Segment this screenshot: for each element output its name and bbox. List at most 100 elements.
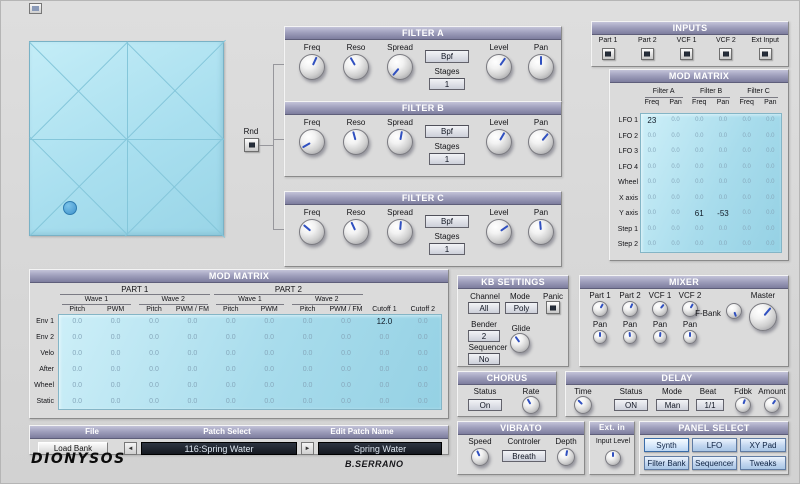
matrix-cell[interactable]: 0.0 [711,191,735,207]
matrix-cell[interactable]: 0.0 [212,314,250,330]
xy-pad[interactable] [29,39,226,238]
matrix-cell[interactable]: 0.0 [735,191,759,207]
input-button-vcf-2[interactable] [719,48,733,60]
xy-dot[interactable] [63,201,77,215]
filter-type-select[interactable]: Bpf [425,215,469,228]
matrix-cell[interactable]: 0.0 [327,330,365,346]
panel-button-tweaks[interactable]: Tweaks [740,456,786,470]
matrix-cell[interactable]: -53 [711,206,735,222]
matrix-cell[interactable]: 0.0 [404,394,442,410]
matrix-cell[interactable]: 0.0 [711,160,735,176]
matrix-cell[interactable]: 0.0 [58,346,96,362]
matrix-cell[interactable]: 0.0 [711,129,735,145]
channel-select[interactable]: All [468,302,500,314]
bender-select[interactable]: 2 [468,330,500,342]
delay-beat-select[interactable]: 1/1 [696,399,724,411]
filter-level-knob[interactable] [486,129,512,155]
matrix-cell[interactable]: 0.0 [327,362,365,378]
matrix-cell[interactable]: 0.0 [327,314,365,330]
filter-reso-knob[interactable] [343,219,369,245]
matrix-cell[interactable]: 0.0 [365,394,403,410]
matrix-cell[interactable]: 23 [640,113,664,129]
matrix-cell[interactable]: 0.0 [640,222,664,238]
matrix-cell[interactable]: 0.0 [759,144,783,160]
delay-fdbk-knob[interactable] [735,397,751,413]
matrix-cell[interactable]: 0.0 [640,175,664,191]
chorus-rate-knob[interactable] [522,396,540,414]
matrix-cell[interactable]: 0.0 [404,330,442,346]
matrix-cell[interactable]: 0.0 [135,378,173,394]
matrix-cell[interactable]: 0.0 [759,113,783,129]
matrix-cell[interactable]: 0.0 [640,144,664,160]
matrix-cell[interactable]: 0.0 [58,314,96,330]
matrix-cell[interactable]: 0.0 [250,314,288,330]
filter-pan-knob[interactable] [528,54,554,80]
matrix-cell[interactable]: 0.0 [96,346,134,362]
patch-prev-button[interactable]: ◄ [124,442,137,455]
vibrato-depth-knob[interactable] [557,448,575,466]
matrix-cell[interactable]: 0.0 [735,237,759,253]
matrix-cell[interactable]: 0.0 [687,222,711,238]
matrix-cell[interactable]: 0.0 [288,346,326,362]
patch-select-display[interactable]: 116:Spring Water [141,442,297,455]
vibrato-speed-knob[interactable] [471,448,489,466]
matrix-cell[interactable]: 0.0 [404,346,442,362]
matrix-cell[interactable]: 0.0 [711,113,735,129]
matrix-cell[interactable]: 0.0 [365,362,403,378]
filter-level-knob[interactable] [486,54,512,80]
matrix-cell[interactable]: 0.0 [212,362,250,378]
matrix-cell[interactable]: 0.0 [250,394,288,410]
filter-pan-knob[interactable] [528,219,554,245]
stages-select[interactable]: 1 [429,243,465,255]
matrix-cell[interactable]: 0.0 [735,222,759,238]
mixer-part-2-knob[interactable] [622,301,638,317]
matrix-cell[interactable]: 0.0 [288,314,326,330]
matrix-cell[interactable]: 0.0 [640,206,664,222]
matrix-cell[interactable]: 0.0 [640,237,664,253]
stages-select[interactable]: 1 [429,78,465,90]
panel-button-synth[interactable]: Synth [644,438,689,452]
vibrato-controller-select[interactable]: Breath [502,450,546,462]
input-button-vcf-1[interactable] [680,48,694,60]
fbank-knob[interactable] [726,303,742,319]
matrix-cell[interactable]: 0.0 [173,394,211,410]
matrix-cell[interactable]: 0.0 [735,129,759,145]
matrix-cell[interactable]: 0.0 [735,206,759,222]
master-knob[interactable] [749,303,777,331]
matrix-cell[interactable]: 0.0 [735,113,759,129]
matrix-cell[interactable]: 0.0 [173,346,211,362]
panic-button[interactable] [546,301,560,314]
matrix-cell[interactable]: 0.0 [250,330,288,346]
matrix-cell[interactable]: 0.0 [58,362,96,378]
matrix-cell[interactable]: 0.0 [711,175,735,191]
patch-next-button[interactable]: ► [301,442,314,455]
matrix-cell[interactable]: 0.0 [212,394,250,410]
mode-select[interactable]: Poly [505,302,538,314]
input-level-knob[interactable] [605,450,621,466]
chorus-status-select[interactable]: On [468,399,502,411]
filter-freq-knob[interactable] [299,129,325,155]
filter-level-knob[interactable] [486,219,512,245]
matrix-cell[interactable]: 0.0 [404,314,442,330]
sequencer-select[interactable]: No [468,353,500,365]
matrix-cell[interactable]: 0.0 [759,160,783,176]
matrix-cell[interactable]: 61 [687,206,711,222]
matrix-cell[interactable]: 0.0 [250,378,288,394]
matrix-cell[interactable]: 0.0 [687,129,711,145]
matrix-cell[interactable]: 0.0 [365,330,403,346]
patch-name-display[interactable]: Spring Water [318,442,442,455]
filter-spread-knob[interactable] [387,219,413,245]
matrix-cell[interactable]: 0.0 [135,394,173,410]
glide-knob[interactable] [510,333,530,353]
delay-mode-select[interactable]: Man [656,399,689,411]
matrix-cell[interactable]: 0.0 [212,378,250,394]
matrix-cell[interactable]: 0.0 [664,144,688,160]
matrix-cell[interactable]: 0.0 [58,378,96,394]
filter-type-select[interactable]: Bpf [425,125,469,138]
input-button-part-1[interactable] [601,48,615,60]
panel-button-sequencer[interactable]: Sequencer [692,456,737,470]
mixer-pan-knob[interactable] [593,330,607,344]
matrix-cell[interactable]: 0.0 [327,346,365,362]
matrix-cell[interactable]: 0.0 [664,160,688,176]
matrix-cell[interactable]: 0.0 [640,191,664,207]
